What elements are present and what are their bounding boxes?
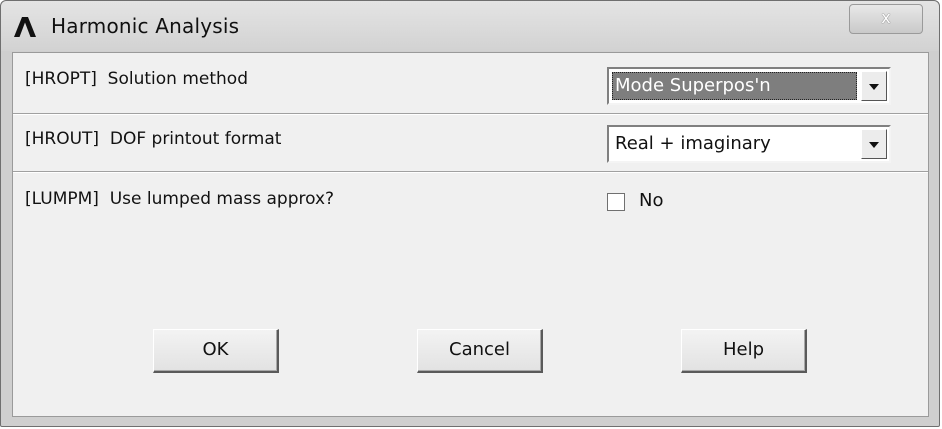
hropt-label: [HROPT] Solution method: [25, 69, 248, 89]
solution-method-value: Mode Superpos'n: [612, 72, 857, 100]
dialog-body: [HROPT] Solution method Mode Superpos'n …: [12, 52, 929, 417]
solution-method-select[interactable]: Mode Superpos'n: [607, 67, 891, 105]
harmonic-analysis-dialog: Harmonic Analysis x [HROPT] Solution met…: [0, 0, 940, 427]
help-button[interactable]: Help: [681, 329, 807, 373]
ansys-logo-icon: [14, 17, 36, 37]
lumpm-row: [LUMPM] Use lumped mass approx? No OK Ca…: [13, 174, 928, 414]
chevron-down-icon[interactable]: [861, 71, 887, 101]
lumped-mass-checkbox-label[interactable]: No: [639, 190, 663, 211]
lumped-mass-checkbox[interactable]: [607, 193, 625, 211]
close-icon: x: [881, 8, 891, 27]
lumpm-label: [LUMPM] Use lumped mass approx?: [25, 189, 335, 209]
hrout-label: [HROUT] DOF printout format: [25, 129, 282, 149]
cancel-button[interactable]: Cancel: [417, 329, 543, 373]
dof-printout-format-value: Real + imaginary: [615, 133, 771, 154]
dof-printout-format-select[interactable]: Real + imaginary: [607, 125, 891, 163]
ok-button[interactable]: OK: [153, 329, 279, 373]
hrout-row: [HROUT] DOF printout format Real + imagi…: [13, 115, 928, 171]
close-button[interactable]: x: [849, 4, 923, 34]
chevron-down-icon[interactable]: [861, 129, 887, 159]
title-bar[interactable]: Harmonic Analysis x: [1, 1, 939, 51]
divider: [13, 171, 928, 173]
window-title: Harmonic Analysis: [51, 14, 240, 38]
hropt-row: [HROPT] Solution method Mode Superpos'n: [13, 53, 928, 113]
